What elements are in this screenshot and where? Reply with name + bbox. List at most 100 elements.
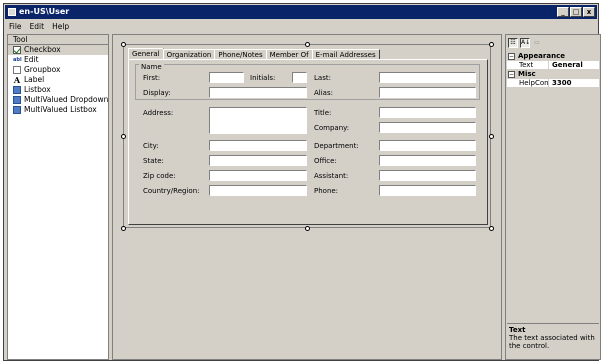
dropdown-icon	[13, 96, 21, 104]
tool-item-label: Checkbox	[24, 45, 61, 54]
menu-help[interactable]: Help	[52, 22, 69, 31]
tool-item-listbox[interactable]: Listbox	[8, 85, 108, 95]
listbox-icon	[13, 86, 21, 94]
alias-label: Alias:	[314, 89, 333, 97]
tool-item-label: MultiValued Listbox	[24, 105, 97, 114]
first-name-field[interactable]	[209, 72, 244, 83]
property-grid: − Appearance Text General − Misc HelpCon…	[507, 52, 599, 88]
property-pages-icon[interactable]: ▭	[532, 38, 542, 48]
zip-code-label: Zip code:	[143, 172, 176, 180]
office-label: Office:	[314, 157, 337, 165]
resize-handle-bottom-right[interactable]	[489, 226, 494, 231]
property-row-text[interactable]: Text General	[507, 61, 599, 70]
resize-handle-top-right[interactable]	[489, 42, 494, 47]
company-field[interactable]	[379, 122, 476, 133]
assistant-field[interactable]	[379, 170, 476, 181]
country-region-field[interactable]	[209, 185, 307, 196]
property-description: Text The text associated with the contro…	[507, 323, 599, 358]
edit-icon: abl	[13, 57, 22, 63]
tool-item-checkbox[interactable]: Checkbox	[8, 45, 108, 55]
city-label: City:	[143, 142, 159, 150]
resize-handle-right[interactable]	[489, 134, 494, 139]
initials-label: Initials:	[250, 74, 276, 82]
description-text: The text associated with the control.	[509, 334, 595, 350]
resize-handle-top-left[interactable]	[121, 42, 126, 47]
app-icon	[8, 8, 16, 16]
display-label: Display:	[143, 89, 171, 97]
designer-surface[interactable]: General Organization Phone/Notes Member …	[112, 34, 502, 360]
tool-item-label: Groupbox	[24, 65, 61, 74]
resize-handle-top[interactable]	[305, 42, 310, 47]
maximize-button[interactable]: □	[570, 7, 582, 17]
tool-item-label: Listbox	[24, 85, 51, 94]
property-name: Text	[507, 61, 549, 69]
title-field[interactable]	[379, 107, 476, 118]
last-name-field[interactable]	[379, 72, 476, 83]
window-title: en-US\User	[19, 7, 70, 16]
tool-item-label: MultiValued Dropdown	[24, 95, 109, 104]
tool-item-label[interactable]: A Label	[8, 75, 108, 85]
minimize-button[interactable]: _	[557, 7, 569, 17]
properties-toolbar: ☷ A↓ ▭	[506, 35, 600, 51]
city-field[interactable]	[209, 140, 307, 151]
checkbox-icon	[13, 46, 21, 54]
toolbox-header[interactable]: Tool	[8, 35, 108, 45]
state-field[interactable]	[209, 155, 307, 166]
form-frame[interactable]: General Organization Phone/Notes Member …	[123, 44, 491, 228]
menu-edit[interactable]: Edit	[30, 22, 45, 31]
zip-code-field[interactable]	[209, 170, 307, 181]
tool-item-edit[interactable]: abl Edit	[8, 55, 108, 65]
close-button[interactable]: x	[583, 7, 595, 17]
tool-item-multivalued-dropdown[interactable]: MultiValued Dropdown	[8, 95, 108, 105]
tool-item-label: Label	[24, 75, 45, 84]
categorized-view-icon[interactable]: ☷	[508, 38, 518, 48]
alias-field[interactable]	[379, 87, 476, 98]
category-misc[interactable]: − Misc	[507, 70, 599, 79]
resize-handle-bottom[interactable]	[305, 226, 310, 231]
toolbox-panel: Tool Checkbox abl Edit Groupbox A Label …	[7, 34, 109, 360]
department-field[interactable]	[379, 140, 476, 151]
property-name: HelpCont	[507, 79, 549, 87]
alphabetical-sort-icon[interactable]: A↓	[520, 38, 530, 48]
state-label: State:	[143, 157, 164, 165]
title-bar: en-US\User _ □ x	[5, 5, 597, 19]
tool-item-groupbox[interactable]: Groupbox	[8, 65, 108, 75]
name-group-title: Name	[139, 63, 164, 71]
phone-field[interactable]	[379, 185, 476, 196]
last-label: Last:	[314, 74, 331, 82]
collapse-icon[interactable]: −	[508, 71, 515, 78]
category-label: Misc	[518, 70, 536, 78]
category-appearance[interactable]: − Appearance	[507, 52, 599, 61]
first-label: First:	[143, 74, 161, 82]
main-window: en-US\User _ □ x File Edit Help Tool Che…	[3, 3, 601, 361]
company-label: Company:	[314, 124, 350, 132]
initials-field[interactable]	[292, 72, 307, 83]
resize-handle-bottom-left[interactable]	[121, 226, 126, 231]
address-label: Address:	[143, 109, 174, 117]
property-value[interactable]: 3300	[549, 79, 571, 87]
listbox-icon	[13, 106, 21, 114]
display-name-field[interactable]	[209, 87, 307, 98]
collapse-icon[interactable]: −	[508, 53, 515, 60]
tool-item-label: Edit	[24, 55, 39, 64]
phone-label: Phone:	[314, 187, 339, 195]
tab-panel-general: Name First: Initials: Last: Display: Ali…	[128, 59, 488, 225]
description-title: Text	[509, 326, 526, 334]
assistant-label: Assistant:	[314, 172, 349, 180]
address-field[interactable]	[209, 107, 307, 134]
title-label: Title:	[314, 109, 332, 117]
tool-item-multivalued-listbox[interactable]: MultiValued Listbox	[8, 105, 108, 115]
label-icon: A	[13, 75, 21, 85]
category-label: Appearance	[518, 52, 565, 60]
office-field[interactable]	[379, 155, 476, 166]
properties-panel: ☷ A↓ ▭ − Appearance Text General − Misc …	[505, 34, 601, 360]
menu-bar: File Edit Help	[5, 20, 597, 32]
property-row-helpcontext[interactable]: HelpCont 3300	[507, 79, 599, 88]
resize-handle-left[interactable]	[121, 134, 126, 139]
menu-file[interactable]: File	[9, 22, 22, 31]
groupbox-icon	[13, 66, 21, 74]
country-region-label: Country/Region:	[143, 187, 200, 195]
window-controls: _ □ x	[557, 7, 595, 17]
department-label: Department:	[314, 142, 359, 150]
property-value[interactable]: General	[549, 61, 583, 69]
